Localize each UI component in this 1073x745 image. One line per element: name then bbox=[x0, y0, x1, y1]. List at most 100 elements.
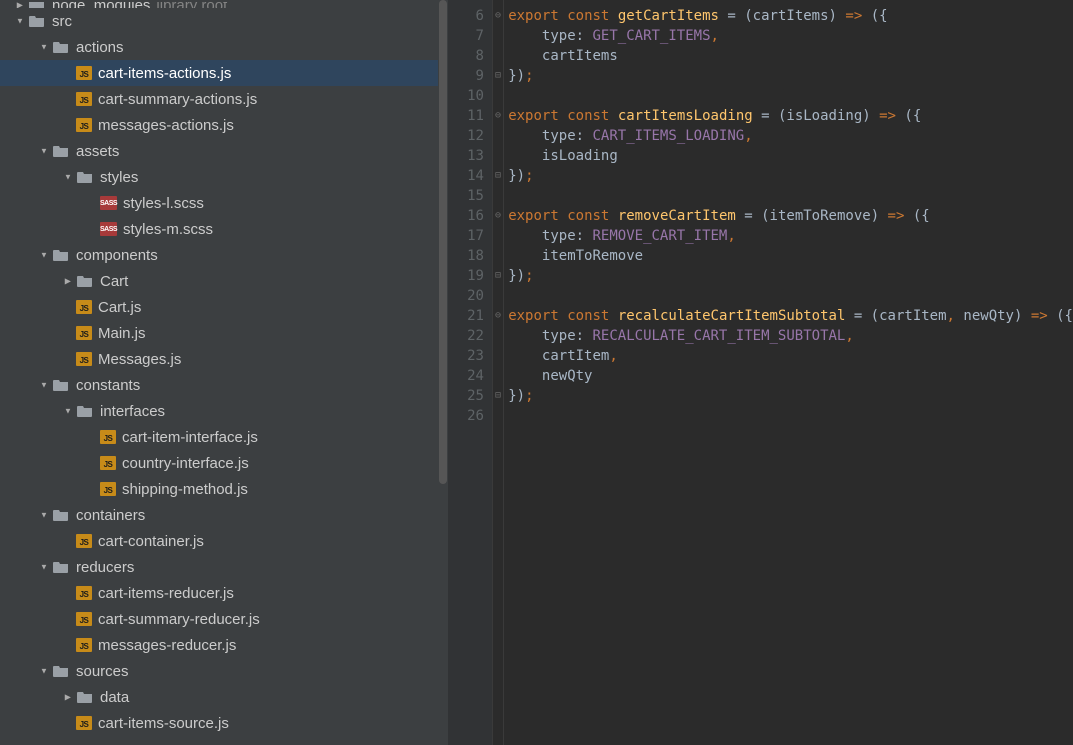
line-number: 19 bbox=[448, 266, 484, 286]
fold-marker[interactable]: ⊖ bbox=[493, 306, 503, 326]
fold-marker[interactable] bbox=[493, 326, 503, 346]
sidebar-scrollbar[interactable] bbox=[438, 0, 448, 745]
code-line[interactable]: export const getCartItems = (cartItems) … bbox=[508, 6, 1073, 26]
editor-panel[interactable]: 67891011121314151617181920212223242526 ⊖… bbox=[448, 0, 1073, 745]
js-file-icon: JS bbox=[76, 352, 92, 366]
tree-item-actions[interactable]: actions bbox=[0, 34, 448, 60]
code-line[interactable]: type: CART_ITEMS_LOADING, bbox=[508, 126, 1073, 146]
collapse-icon[interactable] bbox=[60, 169, 76, 185]
tree-label: Messages.js bbox=[98, 351, 181, 368]
collapse-icon[interactable] bbox=[36, 507, 52, 523]
js-file-icon: JS bbox=[76, 326, 92, 340]
tree-item-file[interactable]: JS cart-container.js bbox=[0, 528, 448, 554]
tree-item-file[interactable]: JS messages-actions.js bbox=[0, 112, 448, 138]
code-line[interactable] bbox=[508, 286, 1073, 306]
fold-marker[interactable] bbox=[493, 26, 503, 46]
fold-gutter[interactable]: ⊖ ⊟ ⊖ ⊟ ⊖ ⊟ ⊖ ⊟ bbox=[492, 0, 504, 745]
project-tree-panel[interactable]: node_modules library root src actions JS… bbox=[0, 0, 448, 745]
expand-icon[interactable] bbox=[60, 689, 76, 705]
folder-icon bbox=[76, 689, 94, 705]
fold-marker[interactable] bbox=[493, 286, 503, 306]
tree-item-file[interactable]: SASS styles-m.scss bbox=[0, 216, 448, 242]
fold-marker[interactable]: ⊖ bbox=[493, 206, 503, 226]
tree-item-file[interactable]: JS Cart.js bbox=[0, 294, 448, 320]
fold-marker[interactable] bbox=[493, 126, 503, 146]
code-line[interactable]: }); bbox=[508, 386, 1073, 406]
tree-item-file[interactable]: JS messages-reducer.js bbox=[0, 632, 448, 658]
tree-item-interfaces[interactable]: interfaces bbox=[0, 398, 448, 424]
tree-item-styles[interactable]: styles bbox=[0, 164, 448, 190]
code-line[interactable]: cartItems bbox=[508, 46, 1073, 66]
line-number: 16 bbox=[448, 206, 484, 226]
tree-item-file[interactable]: JS cart-summary-actions.js bbox=[0, 86, 448, 112]
tree-item-file[interactable]: JS Main.js bbox=[0, 320, 448, 346]
fold-marker[interactable] bbox=[493, 246, 503, 266]
fold-marker[interactable]: ⊟ bbox=[493, 386, 503, 406]
collapse-icon[interactable] bbox=[36, 559, 52, 575]
code-line[interactable]: type: REMOVE_CART_ITEM, bbox=[508, 226, 1073, 246]
code-line[interactable] bbox=[508, 86, 1073, 106]
tree-item-sources[interactable]: sources bbox=[0, 658, 448, 684]
tree-item-cart[interactable]: Cart bbox=[0, 268, 448, 294]
code-line[interactable] bbox=[508, 186, 1073, 206]
tree-item-file[interactable]: JS cart-items-reducer.js bbox=[0, 580, 448, 606]
fold-marker[interactable] bbox=[493, 366, 503, 386]
project-tree[interactable]: node_modules library root src actions JS… bbox=[0, 0, 448, 736]
tree-item-data[interactable]: data bbox=[0, 684, 448, 710]
tree-item-constants[interactable]: constants bbox=[0, 372, 448, 398]
tree-item-file[interactable]: JS cart-items-actions.js bbox=[0, 60, 448, 86]
fold-marker[interactable] bbox=[493, 406, 503, 426]
code-area[interactable]: export const getCartItems = (cartItems) … bbox=[504, 0, 1073, 745]
code-line[interactable]: }); bbox=[508, 266, 1073, 286]
code-line[interactable]: newQty bbox=[508, 366, 1073, 386]
tree-item-file[interactable]: JS shipping-method.js bbox=[0, 476, 448, 502]
tree-item-file[interactable]: SASS styles-l.scss bbox=[0, 190, 448, 216]
collapse-icon[interactable] bbox=[36, 143, 52, 159]
code-line[interactable]: type: RECALCULATE_CART_ITEM_SUBTOTAL, bbox=[508, 326, 1073, 346]
fold-marker[interactable]: ⊖ bbox=[493, 6, 503, 26]
collapse-icon[interactable] bbox=[36, 39, 52, 55]
collapse-icon[interactable] bbox=[60, 403, 76, 419]
expand-icon[interactable] bbox=[60, 273, 76, 289]
code-line[interactable]: export const cartItemsLoading = (isLoadi… bbox=[508, 106, 1073, 126]
tree-item-containers[interactable]: containers bbox=[0, 502, 448, 528]
fold-marker[interactable]: ⊟ bbox=[493, 66, 503, 86]
tree-item-assets[interactable]: assets bbox=[0, 138, 448, 164]
code-line[interactable]: type: GET_CART_ITEMS, bbox=[508, 26, 1073, 46]
tree-item-reducers[interactable]: reducers bbox=[0, 554, 448, 580]
line-number: 13 bbox=[448, 146, 484, 166]
code-line[interactable]: }); bbox=[508, 166, 1073, 186]
tree-item-file[interactable]: JS Messages.js bbox=[0, 346, 448, 372]
tree-item-src[interactable]: src bbox=[0, 8, 448, 34]
collapse-icon[interactable] bbox=[36, 663, 52, 679]
code-line[interactable]: isLoading bbox=[508, 146, 1073, 166]
tree-item-file[interactable]: JS cart-items-source.js bbox=[0, 710, 448, 736]
fold-marker[interactable] bbox=[493, 86, 503, 106]
fold-marker[interactable] bbox=[493, 346, 503, 366]
collapse-icon[interactable] bbox=[12, 13, 28, 29]
tree-item-file[interactable]: JS cart-summary-reducer.js bbox=[0, 606, 448, 632]
tree-item-file[interactable]: JS country-interface.js bbox=[0, 450, 448, 476]
tree-label: cart-items-source.js bbox=[98, 715, 229, 732]
code-line[interactable] bbox=[508, 406, 1073, 426]
fold-marker[interactable]: ⊟ bbox=[493, 266, 503, 286]
code-line[interactable]: }); bbox=[508, 66, 1073, 86]
code-line[interactable]: itemToRemove bbox=[508, 246, 1073, 266]
fold-marker[interactable] bbox=[493, 226, 503, 246]
collapse-icon[interactable] bbox=[36, 247, 52, 263]
code-line[interactable]: cartItem, bbox=[508, 346, 1073, 366]
fold-marker[interactable]: ⊖ bbox=[493, 106, 503, 126]
fold-marker[interactable]: ⊟ bbox=[493, 166, 503, 186]
tree-item-components[interactable]: components bbox=[0, 242, 448, 268]
expand-icon[interactable] bbox=[12, 2, 28, 8]
folder-icon bbox=[28, 13, 46, 29]
tree-item-file[interactable]: JS cart-item-interface.js bbox=[0, 424, 448, 450]
code-line[interactable]: export const removeCartItem = (itemToRem… bbox=[508, 206, 1073, 226]
fold-marker[interactable] bbox=[493, 146, 503, 166]
js-file-icon: JS bbox=[76, 716, 92, 730]
scrollbar-thumb[interactable] bbox=[439, 0, 447, 484]
fold-marker[interactable] bbox=[493, 46, 503, 66]
code-line[interactable]: export const recalculateCartItemSubtotal… bbox=[508, 306, 1073, 326]
fold-marker[interactable] bbox=[493, 186, 503, 206]
collapse-icon[interactable] bbox=[36, 377, 52, 393]
